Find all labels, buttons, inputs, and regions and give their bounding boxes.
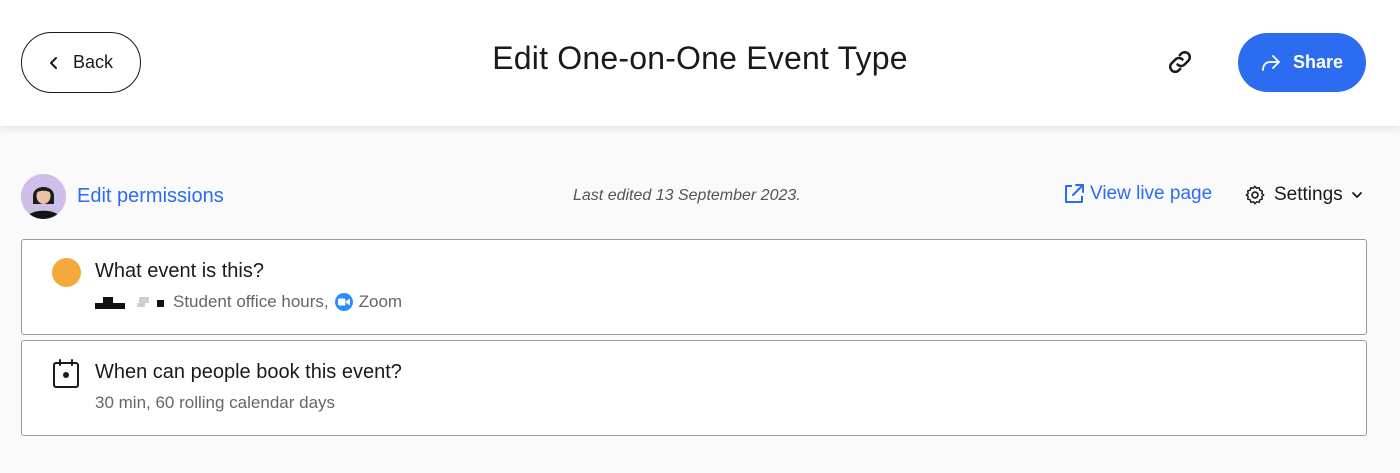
availability-card[interactable]: When can people book this event? 30 min,… xyxy=(21,340,1367,436)
event-name-text: Student office hours, xyxy=(173,292,329,311)
settings-dropdown[interactable]: Settings xyxy=(1244,184,1363,206)
copy-link-button[interactable] xyxy=(1160,42,1200,82)
gear-icon xyxy=(1245,185,1265,205)
share-button[interactable]: Share xyxy=(1238,33,1366,92)
event-details-subtitle: Student office hours, Zoom xyxy=(95,292,402,312)
calendar-icon xyxy=(53,359,79,388)
view-live-page-link[interactable]: View live page xyxy=(1062,182,1212,206)
top-header: Back Edit One-on-One Event Type Share xyxy=(0,0,1400,126)
main-content: Edit permissions Last edited 13 Septembe… xyxy=(0,126,1400,473)
external-link-icon xyxy=(1065,184,1084,203)
availability-title: When can people book this event? xyxy=(95,361,402,383)
event-details-title: What event is this? xyxy=(95,260,264,282)
event-color-dot xyxy=(52,258,81,287)
avatar xyxy=(21,174,66,219)
event-details-card[interactable]: What event is this? Student office hours… xyxy=(21,239,1367,335)
location-text: Zoom xyxy=(358,292,403,311)
share-label: Share xyxy=(1292,52,1344,72)
last-edited-text: Last edited 13 September 2023. xyxy=(573,187,801,204)
zoom-icon xyxy=(334,293,353,311)
link-icon xyxy=(1168,50,1192,74)
chevron-down-icon xyxy=(1351,192,1362,198)
redacted-event-name xyxy=(95,294,167,310)
settings-label: Settings xyxy=(1274,184,1343,205)
edit-permissions-link[interactable]: Edit permissions xyxy=(77,185,224,208)
event-toolbar: Edit permissions Last edited 13 Septembe… xyxy=(21,174,1367,220)
view-live-label: View live page xyxy=(1090,183,1213,204)
share-arrow-icon xyxy=(1262,54,1280,71)
availability-subtitle: 30 min, 60 rolling calendar days xyxy=(95,393,336,412)
